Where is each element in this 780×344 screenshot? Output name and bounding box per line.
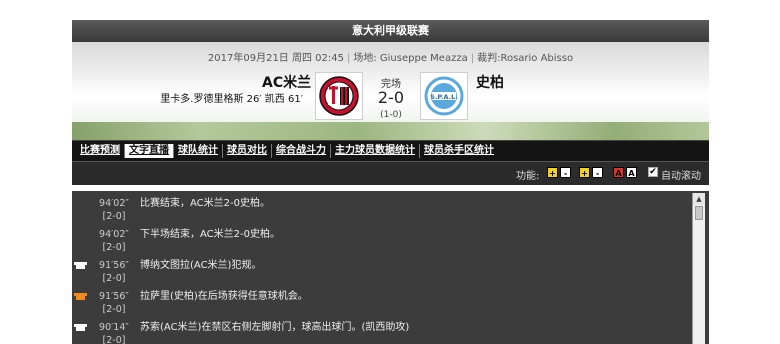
nav-tabs: 比赛预测 文字直播 球队统计 球员对比 综合战斗力 主力球员数据统计 球员杀手区… bbox=[72, 140, 709, 161]
scroll-thumb[interactable] bbox=[695, 206, 703, 220]
line-spacing-down-button[interactable]: - bbox=[592, 167, 603, 178]
match-referee: 裁判:Rosario Abisso bbox=[477, 53, 574, 64]
event-text: 下半场结束，AC米兰2-0史柏。 bbox=[140, 229, 280, 240]
ac-milan-crest-icon bbox=[319, 76, 359, 116]
collapse-all-button[interactable]: - bbox=[560, 167, 571, 178]
tab-prediction[interactable]: 比赛预测 bbox=[76, 144, 125, 158]
away-shirt-icon bbox=[74, 293, 87, 300]
svg-text:S.P.A.L.: S.P.A.L. bbox=[430, 93, 457, 101]
home-team-logo[interactable] bbox=[315, 72, 363, 120]
expand-all-button[interactable]: + bbox=[547, 167, 558, 178]
line-spacing-up-button[interactable]: + bbox=[579, 167, 590, 178]
halftime-score: (1-0) bbox=[380, 110, 402, 120]
match-header: 2017年09月21日 周四 02:45 | 场地: Giuseppe Meazza… bbox=[72, 42, 709, 140]
away-team-logo[interactable]: S.P.A.L. bbox=[420, 72, 468, 120]
home-shirt-icon bbox=[74, 262, 87, 269]
auto-scroll-checkbox[interactable]: ✔ bbox=[648, 167, 658, 177]
event-time: 94′02″ [2-0] bbox=[99, 198, 129, 222]
feed-toolbar: 功能: + - + - A A ✔ 自动滚动 bbox=[72, 161, 709, 185]
final-score: 2-0 bbox=[377, 88, 405, 107]
match-venue: 场地: Giuseppe Meazza bbox=[353, 53, 468, 64]
match-datetime: 2017年09月21日 周四 02:45 bbox=[207, 53, 344, 64]
spal-crest-icon: S.P.A.L. bbox=[424, 76, 464, 116]
league-title: 意大利甲级联赛 bbox=[72, 20, 709, 42]
font-smaller-button[interactable]: A bbox=[626, 167, 637, 178]
match-widget: 意大利甲级联赛 2017年09月21日 周四 02:45 | 场地: Giusepp… bbox=[72, 20, 709, 344]
event-text: 比赛结束，AC米兰2-0史柏。 bbox=[140, 198, 270, 209]
event-time: 94′02″ [2-0] bbox=[99, 229, 129, 253]
pitch-banner bbox=[72, 122, 709, 140]
feed-scrollbar[interactable]: ▲ bbox=[692, 193, 705, 344]
event-text: 苏索(AC米兰)在禁区右侧左脚射门，球高出球门。(凯西助攻) bbox=[140, 322, 410, 333]
event-text: 拉萨里(史柏)在后场获得任意球机会。 bbox=[140, 291, 308, 302]
event-time: 91′56″ [2-0] bbox=[99, 260, 129, 284]
event-row: 90′14″ [2-0] 苏索(AC米兰)在禁区右侧左脚射门，球高出球门。(凯西助… bbox=[72, 317, 692, 344]
function-label: 功能: bbox=[516, 171, 540, 182]
tab-live-text[interactable]: 文字直播 bbox=[125, 144, 174, 158]
tab-combat-power[interactable]: 综合战斗力 bbox=[272, 144, 331, 158]
tab-team-stats[interactable]: 球队统计 bbox=[174, 144, 223, 158]
event-time: 91′56″ [2-0] bbox=[99, 291, 129, 315]
home-scorers: 里卡多.罗德里格斯 26′ 凯西 61′ bbox=[160, 94, 303, 105]
home-team-name[interactable]: AC米兰 bbox=[262, 72, 311, 92]
match-info: 2017年09月21日 周四 02:45 | 场地: Giuseppe Meazza… bbox=[207, 53, 574, 64]
event-row: 94′02″ [2-0] 比赛结束，AC米兰2-0史柏。 bbox=[72, 193, 692, 224]
home-shirt-icon bbox=[74, 324, 87, 331]
font-larger-button[interactable]: A bbox=[613, 167, 624, 178]
scroll-up-arrow-icon[interactable]: ▲ bbox=[693, 193, 705, 205]
event-row: 94′02″ [2-0] 下半场结束，AC米兰2-0史柏。 bbox=[72, 224, 692, 255]
event-row: 91′56″ [2-0] 博纳文图拉(AC米兰)犯规。 bbox=[72, 255, 692, 286]
tab-killer-zone-stats[interactable]: 球员杀手区统计 bbox=[420, 144, 498, 158]
event-row: 91′56″ [2-0] 拉萨里(史柏)在后场获得任意球机会。 bbox=[72, 286, 692, 317]
tab-key-player-stats[interactable]: 主力球员数据统计 bbox=[331, 144, 420, 158]
auto-scroll-label: 自动滚动 bbox=[661, 171, 701, 182]
away-team-name[interactable]: 史柏 bbox=[476, 72, 504, 92]
event-text: 博纳文图拉(AC米兰)犯规。 bbox=[140, 260, 262, 271]
live-text-feed: 94′02″ [2-0] 比赛结束，AC米兰2-0史柏。 94′02″ [2-0] … bbox=[72, 191, 709, 344]
tab-player-compare[interactable]: 球员对比 bbox=[223, 144, 272, 158]
event-time: 90′14″ [2-0] bbox=[99, 322, 129, 344]
